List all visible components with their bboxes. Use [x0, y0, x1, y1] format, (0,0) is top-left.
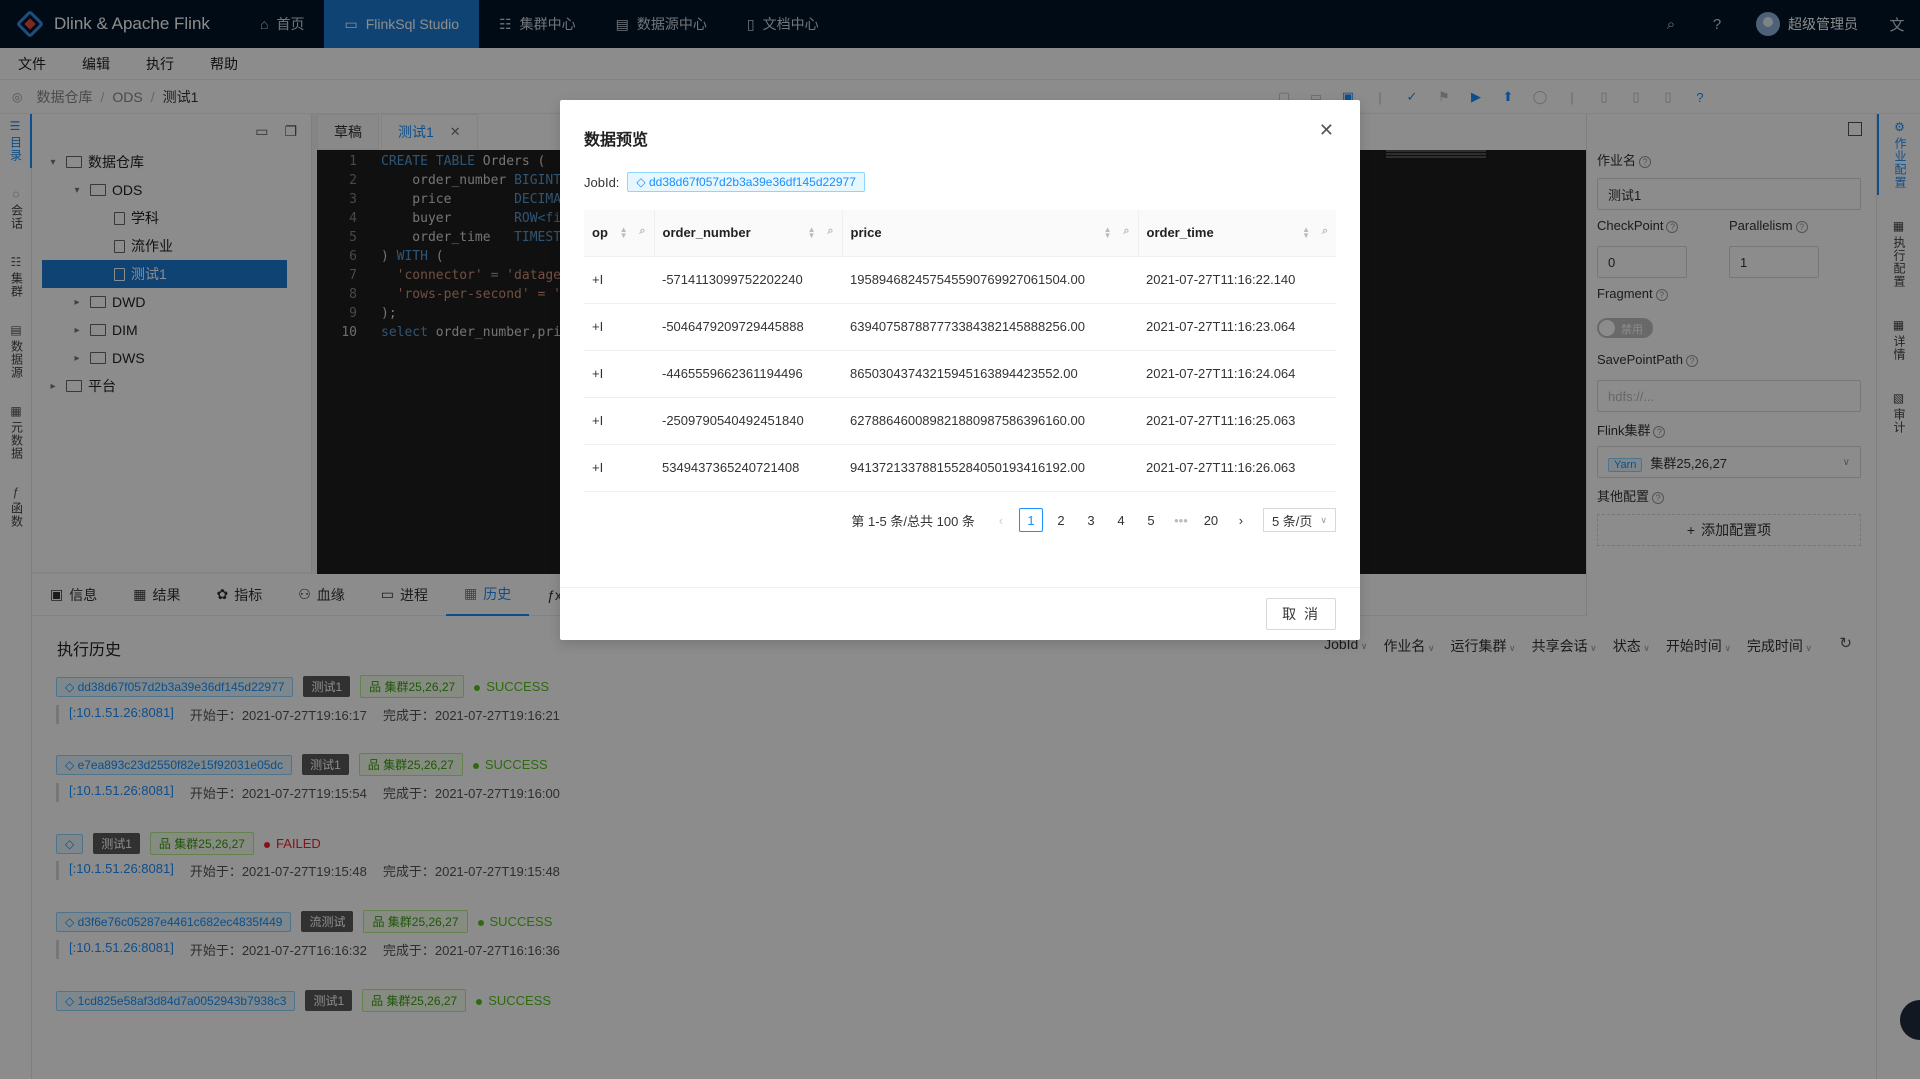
page-ellipsis[interactable]: •••: [1169, 508, 1193, 532]
prev-page-button[interactable]: ‹: [989, 508, 1013, 532]
table-cell: +I: [584, 397, 654, 445]
column-title: price: [850, 225, 882, 241]
table-cell: 2021-07-27T11:16:23.064: [1138, 303, 1336, 351]
modal-footer: 取 消: [560, 587, 1360, 640]
column-title: order_time: [1146, 225, 1214, 241]
column-header-order-number[interactable]: order_number ▲ ▼ ⌕: [653, 210, 842, 257]
close-icon[interactable]: ✕: [1319, 120, 1334, 141]
column-title: order_number: [662, 225, 751, 241]
table-cell: -5714113099752202240: [654, 256, 842, 304]
page-button[interactable]: 4: [1109, 508, 1133, 532]
search-icon[interactable]: ⌕: [1322, 225, 1328, 238]
search-icon[interactable]: ⌕: [1123, 225, 1129, 238]
table-cell: 86503043743215945163894423552.00: [842, 350, 1138, 398]
modal-jobid: JobId: ◇ dd38d67f057d2b3a39e36df145d2297…: [584, 172, 865, 192]
page-button[interactable]: 3: [1079, 508, 1103, 532]
next-page-button[interactable]: ›: [1229, 508, 1253, 532]
table-cell: 5349437365240721408: [654, 444, 842, 492]
chevron-down-icon: ∨: [1320, 514, 1327, 525]
column-header-price[interactable]: price ▲ ▼ ⌕: [841, 210, 1138, 257]
sort-icon[interactable]: ▲ ▼: [620, 226, 628, 240]
page-size-value: 5 条/页: [1271, 513, 1313, 529]
pagination-total: 第 1-5 条/总共 100 条: [851, 513, 975, 529]
page-size-select[interactable]: 5 条/页 ∨: [1262, 508, 1336, 532]
table-cell: 2021-07-27T11:16:26.063: [1138, 444, 1336, 492]
page-button[interactable]: 20: [1199, 508, 1223, 532]
search-icon[interactable]: ⌕: [639, 225, 645, 238]
table-cell: 941372133788155284050193416192.00: [842, 444, 1138, 492]
column-header-op[interactable]: op ▲ ▼ ⌕: [584, 210, 654, 257]
preview-table: op ▲ ▼ ⌕ order_number ▲ ▼ ⌕ price ▲ ▼ ⌕ order_tim…: [584, 210, 1336, 492]
page-button[interactable]: 2: [1049, 508, 1073, 532]
table-cell: 195894682457545590769927061504.00: [842, 256, 1138, 304]
data-preview-modal: 数据预览 ✕ JobId: ◇ dd38d67f057d2b3a39e36df1…: [560, 100, 1360, 640]
column-header-order-time[interactable]: order_time ▲ ▼ ⌕: [1137, 210, 1336, 257]
jobid-tag[interactable]: ◇ dd38d67f057d2b3a39e36df145d22977: [627, 172, 865, 192]
sort-icon[interactable]: ▲ ▼: [1104, 226, 1112, 240]
column-title: op: [592, 225, 608, 241]
sort-icon[interactable]: ▲ ▼: [1302, 226, 1310, 240]
table-cell: 2021-07-27T11:16:22.140: [1138, 256, 1336, 304]
modal-title: 数据预览: [584, 132, 649, 149]
table-cell: +I: [584, 444, 654, 492]
table-header-row: op ▲ ▼ ⌕ order_number ▲ ▼ ⌕ price ▲ ▼ ⌕ order_tim…: [584, 210, 1336, 257]
table-cell: -4465559662361194496: [654, 350, 842, 398]
jobid-text: dd38d67f057d2b3a39e36df145d22977: [648, 175, 856, 189]
table-cell: 2021-07-27T11:16:24.064: [1138, 350, 1336, 398]
table-row: +I -4465559662361194496 8650304374321594…: [584, 350, 1336, 398]
sort-icon[interactable]: ▲ ▼: [808, 226, 816, 240]
table-cell: +I: [584, 350, 654, 398]
table-cell: 2021-07-27T11:16:25.063: [1138, 397, 1336, 445]
cancel-button[interactable]: 取 消: [1266, 598, 1336, 630]
table-row: +I -5714113099752202240 1958946824575455…: [584, 256, 1336, 304]
table-row: +I 5349437365240721408 94137213378815528…: [584, 444, 1336, 492]
table-cell: -2509790540492451840: [654, 397, 842, 445]
page-button[interactable]: 5: [1139, 508, 1163, 532]
table-row: +I -2509790540492451840 6278864600898218…: [584, 397, 1336, 445]
table-cell: +I: [584, 256, 654, 304]
table-cell: -5046479209729445888: [654, 303, 842, 351]
table-cell: 627886460089821880987586396160.00: [842, 397, 1138, 445]
jobid-label: JobId:: [584, 174, 620, 190]
page-button[interactable]: 1: [1018, 508, 1043, 532]
table-cell: +I: [584, 303, 654, 351]
search-icon[interactable]: ⌕: [827, 225, 833, 238]
table-cell: 639407587887773384382145888256.00: [842, 303, 1138, 351]
pagination: 第 1-5 条/总共 100 条 ‹ 1 2 3 4 5 ••• 20 › 5 …: [851, 508, 1336, 532]
table-row: +I -5046479209729445888 6394075878877733…: [584, 303, 1336, 351]
